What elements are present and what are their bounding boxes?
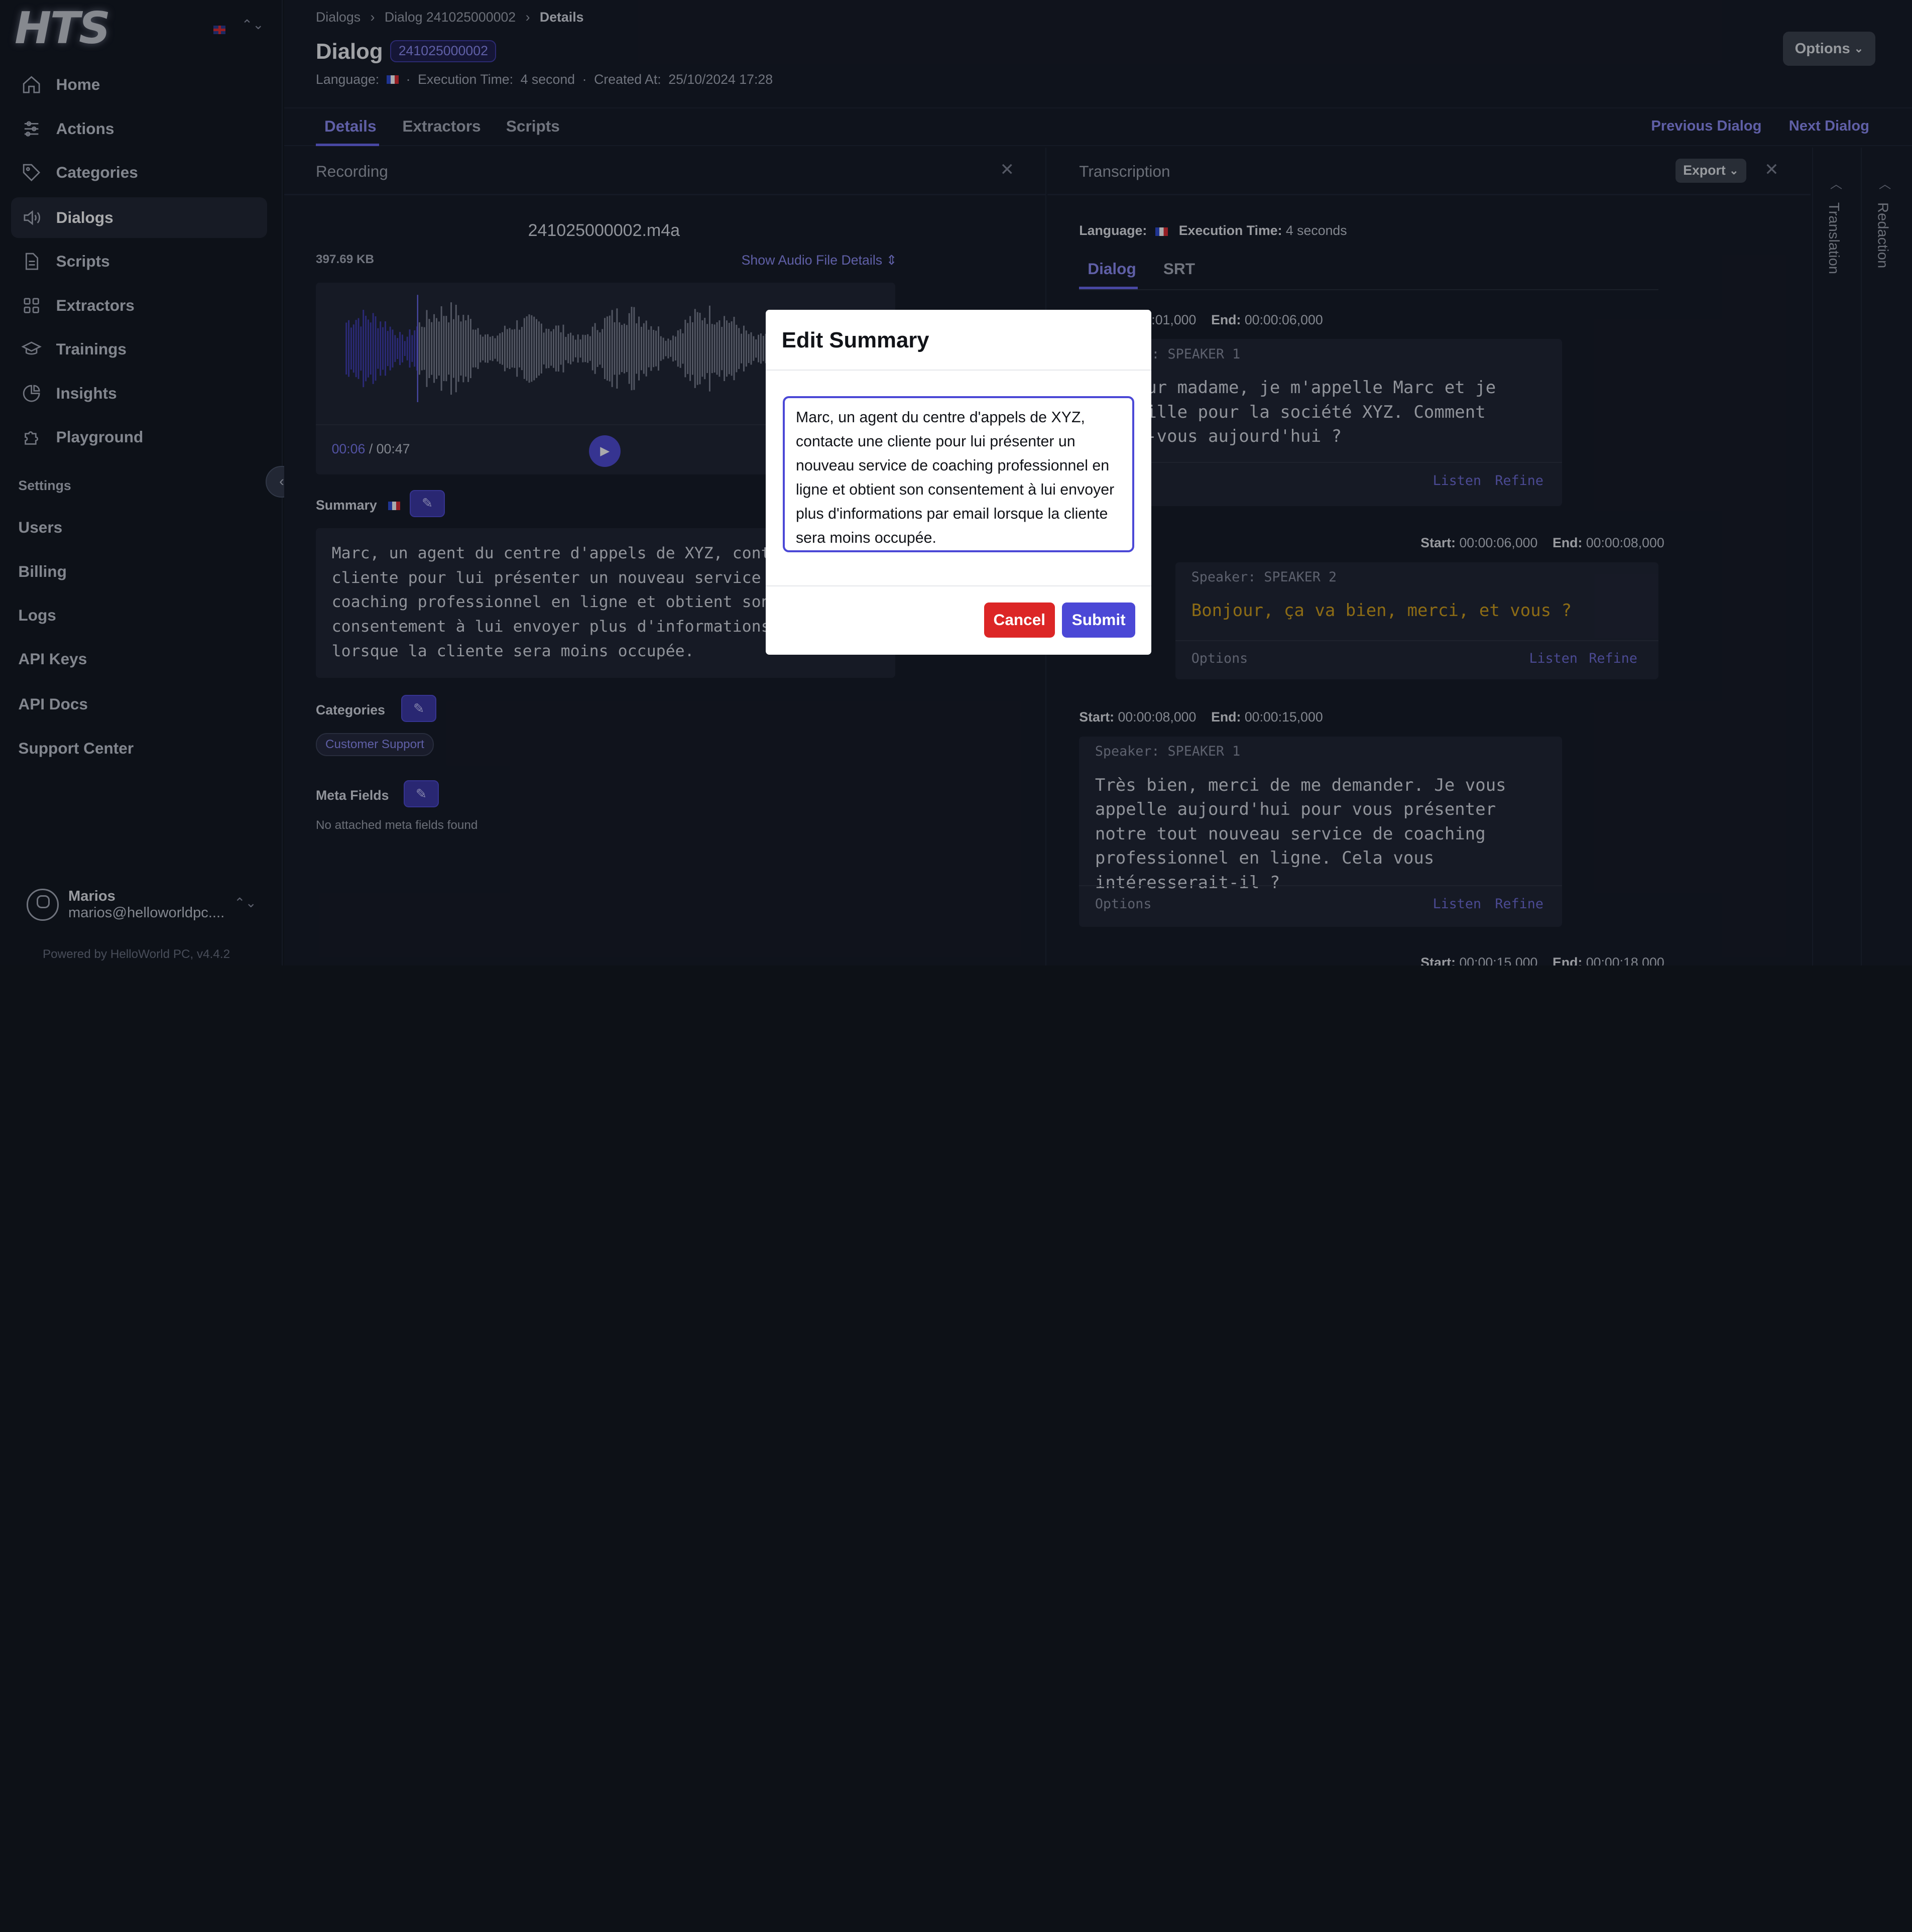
summary-textarea[interactable]: Marc, un agent du centre d'appels de XYZ… <box>783 396 1134 553</box>
edit-summary-modal: Edit Summary Marc, un agent du centre d'… <box>766 309 1151 655</box>
modal-title: Edit Summary <box>781 328 929 353</box>
cancel-button[interactable]: Cancel <box>984 602 1055 638</box>
submit-button[interactable]: Submit <box>1062 602 1135 638</box>
divider <box>766 585 1151 587</box>
divider <box>766 369 1151 371</box>
app-root: HTS ⌃⌄ Home Actions Categories Dialogs S… <box>0 0 1912 966</box>
